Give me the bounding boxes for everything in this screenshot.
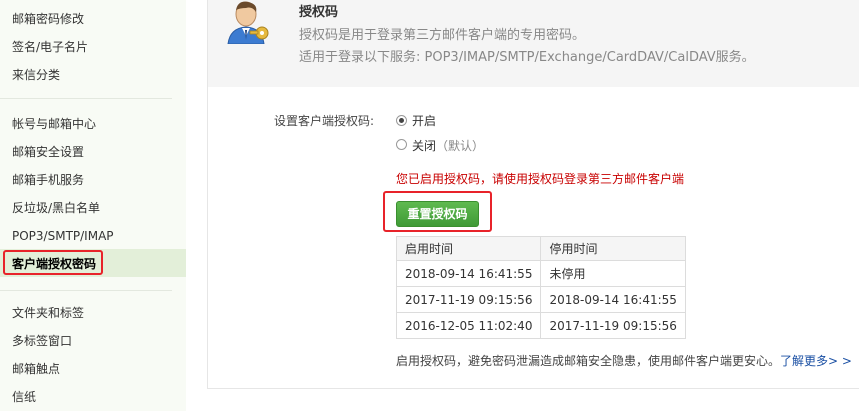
sidebar-item-account-center[interactable]: 帐号与邮箱中心 [12,116,96,132]
footer-text: 启用授权码，避免密码泄漏造成邮箱安全隐患，使用邮件客户端更安心。 [396,354,781,368]
table-cell: 2018-09-14 16:41:55 [395,260,542,287]
table-header-enabled: 启用时间 [395,236,542,261]
page-title: 授权码 [299,5,339,20]
page-services: 适用于登录以下服务: POP3/IMAP/SMTP/Exchange/CardD… [299,50,755,65]
radio-disable-label[interactable]: 关闭（默认） [412,137,484,154]
sidebar-item-pop3[interactable]: POP3/SMTP/IMAP [12,228,114,244]
reset-auth-code-button[interactable]: 重置授权码 [396,201,479,227]
sidebar-item-password[interactable]: 邮箱密码修改 [12,11,84,27]
table-cell: 2018-09-14 16:41:55 [540,286,686,313]
status-notice: 您已启用授权码，请使用授权码登录第三方邮件客户端 [396,172,685,186]
sidebar-item-spam[interactable]: 反垃圾/黑白名单 [12,200,100,216]
radio-enable[interactable] [396,115,407,126]
page-description: 授权码是用于登录第三方邮件客户端的专用密码。 [299,28,586,43]
radio-enable-label[interactable]: 开启 [412,112,436,129]
sidebar-item-stationery[interactable]: 信纸 [12,389,36,405]
radio-disable-hint: （默认） [436,139,485,153]
table-cell: 2017-11-19 09:15:56 [395,286,542,313]
sidebar-item-mail-filter[interactable]: 来信分类 [12,67,60,83]
sidebar-item-folders[interactable]: 文件夹和标签 [12,305,84,321]
main-border-bottom [207,388,859,389]
learn-more-link[interactable]: 了解更多> > [780,354,852,368]
table-cell: 未停用 [540,260,686,287]
sidebar-divider [0,290,172,291]
sidebar-item-touchpoint[interactable]: 邮箱触点 [12,361,60,377]
table-cell: 2016-12-05 11:02:40 [395,312,542,339]
sidebar-item-mobile[interactable]: 邮箱手机服务 [12,172,84,188]
radio-disable-text: 关闭 [412,139,437,153]
table-header-disabled: 停用时间 [540,236,686,261]
sidebar-item-multitab[interactable]: 多标签窗口 [12,333,72,349]
radio-disable[interactable] [396,139,407,150]
sidebar-item-security[interactable]: 邮箱安全设置 [12,144,84,160]
auth-setting-label: 设置客户端授权码: [274,114,375,128]
table-cell: 2017-11-19 09:15:56 [540,312,686,339]
table-header-row: 启用时间 停用时间 [395,236,686,261]
sidebar-item-signature[interactable]: 签名/电子名片 [12,39,88,55]
highlight-box-sidebar [3,250,103,275]
auth-log-table: 启用时间 停用时间 2018-09-14 16:41:55 未停用 2017-1… [395,236,686,339]
sidebar: 邮箱密码修改 签名/电子名片 来信分类 帐号与邮箱中心 邮箱安全设置 邮箱手机服… [0,0,186,411]
table-row: 2018-09-14 16:41:55 未停用 [395,260,686,287]
sidebar-divider [0,98,172,99]
user-key-icon [227,1,269,44]
table-row: 2017-11-19 09:15:56 2018-09-14 16:41:55 [395,286,686,313]
table-row: 2016-12-05 11:02:40 2017-11-19 09:15:56 [395,312,686,339]
footer-note: 启用授权码，避免密码泄漏造成邮箱安全隐患，使用邮件客户端更安心。了解更多> > [396,352,852,369]
main-border-left [207,87,208,389]
